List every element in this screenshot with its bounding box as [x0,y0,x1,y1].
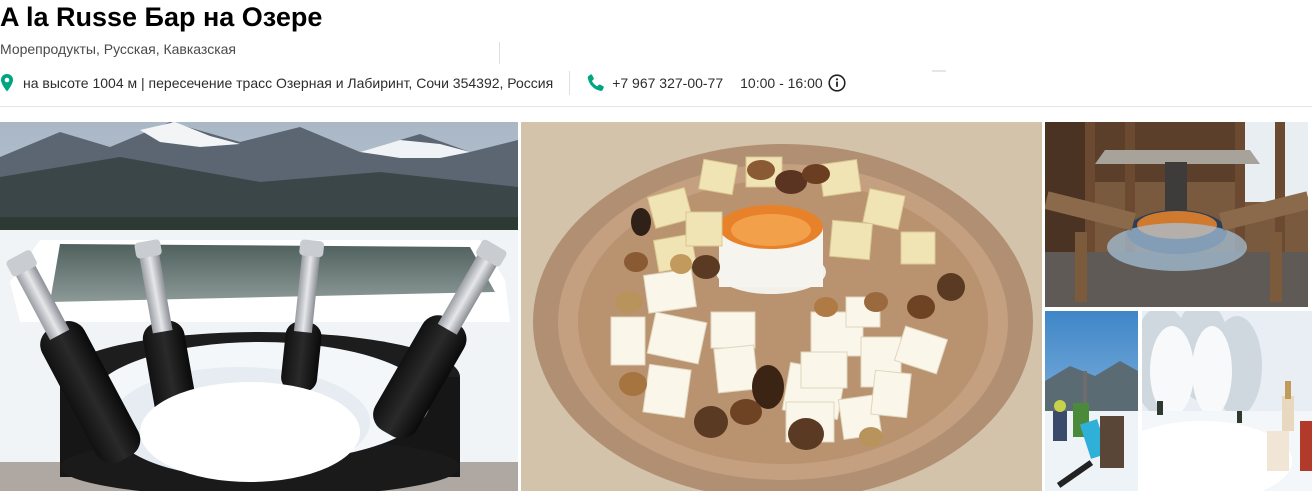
opening-hours[interactable]: 10:00 - 16:00 [740,75,823,91]
header-divider [499,42,500,64]
phone-link[interactable]: +7 967 327-00-77 [612,75,723,91]
section-divider [0,106,1312,107]
cheese-plate-photo[interactable] [521,122,1042,491]
fire-pit-terrace-photo[interactable] [1045,122,1308,307]
contact-info-row: на высоте 1004 м | пересечение трасс Озе… [0,71,846,95]
cuisine-list[interactable]: Морепродукты, Русская, Кавказская [0,40,236,58]
snowy-forest-photo[interactable] [1142,311,1312,491]
info-separator [569,71,571,95]
decorative-dash [932,70,946,72]
phone-icon [586,73,606,93]
restaurant-title: A la Russe Бар на Озере [0,2,323,32]
address-link[interactable]: на высоте 1004 м | пересечение трасс Озе… [23,75,553,91]
map-pin-icon [0,74,14,92]
info-icon[interactable] [828,74,846,92]
snowboarders-photo[interactable] [1045,311,1138,491]
champagne-on-ice-photo[interactable] [0,122,518,491]
